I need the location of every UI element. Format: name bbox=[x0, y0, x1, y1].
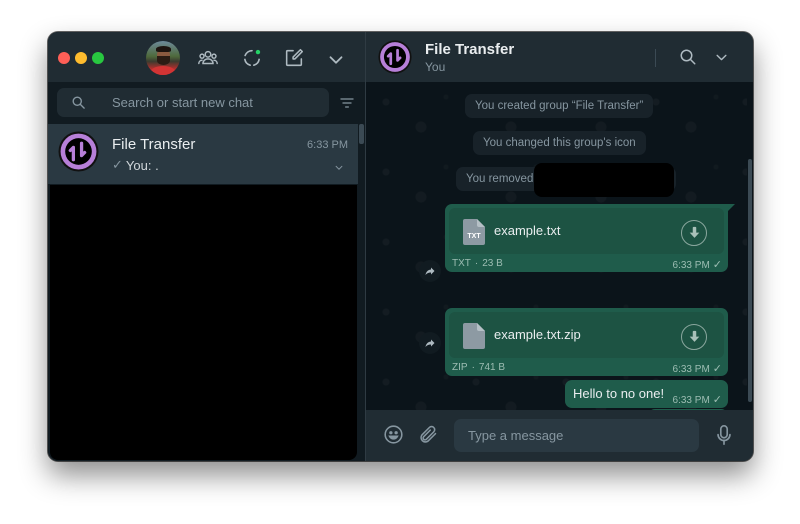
chat-time: 6:33 PM bbox=[307, 139, 348, 151]
search-input[interactable] bbox=[112, 88, 322, 117]
forward-icon bbox=[425, 339, 435, 347]
chat-name: File Transfer bbox=[112, 136, 196, 153]
message-list: You created group “File Transfer” You ch… bbox=[366, 82, 753, 410]
message-list-scroll-thumb[interactable] bbox=[748, 159, 752, 402]
chat-preview: ✓ You: . bbox=[112, 157, 159, 173]
chat-list-scroll-thumb[interactable] bbox=[359, 124, 364, 144]
file-message[interactable]: example.txt.zip ZIP · 741 B 6:33 PM ✓ bbox=[445, 308, 728, 376]
message-time: 6:33 PM ✓ bbox=[672, 259, 722, 271]
file-name: example.txt.zip bbox=[494, 327, 581, 342]
file-attachment[interactable]: TXT example.txt bbox=[449, 208, 724, 254]
message-text: Hello to no one! bbox=[573, 386, 665, 401]
new-chat-icon[interactable] bbox=[283, 47, 305, 69]
search-row bbox=[48, 82, 365, 124]
text-message[interactable]: Hello to no one! 6:33 PM ✓ bbox=[565, 380, 728, 408]
message-time: 6:33 PM ✓ bbox=[672, 394, 722, 406]
forward-icon bbox=[425, 267, 435, 275]
group-avatar bbox=[58, 131, 99, 172]
chat-list-pane: File Transfer 6:33 PM ✓ You: . bbox=[48, 32, 365, 461]
message-time: 6:33 PM ✓ bbox=[672, 363, 722, 375]
file-name: example.txt bbox=[494, 223, 561, 238]
filter-icon[interactable] bbox=[339, 95, 355, 111]
sidebar-header bbox=[48, 32, 365, 82]
file-meta: TXT · 23 B bbox=[452, 258, 503, 269]
status-icon[interactable] bbox=[241, 47, 263, 69]
chat-list-item[interactable]: File Transfer 6:33 PM ✓ You: . bbox=[48, 124, 358, 184]
chat-preview-text: You: . bbox=[125, 157, 159, 173]
conversation-avatar[interactable] bbox=[378, 40, 412, 74]
conversation-pane: File Transfer You You created group “Fil… bbox=[366, 32, 753, 461]
file-attachment[interactable]: example.txt.zip bbox=[449, 312, 724, 358]
communities-icon[interactable] bbox=[197, 47, 219, 69]
zip-file-icon bbox=[463, 323, 485, 349]
download-icon bbox=[689, 330, 700, 342]
emoji-icon[interactable] bbox=[383, 424, 404, 445]
redacted-region bbox=[534, 163, 674, 197]
chevron-down-icon[interactable] bbox=[715, 51, 728, 64]
window-zoom-button[interactable] bbox=[92, 52, 104, 64]
sent-check-icon: ✓ bbox=[712, 394, 722, 406]
microphone-icon[interactable] bbox=[715, 424, 733, 446]
chat-list-scrollbar[interactable] bbox=[358, 124, 365, 461]
window-close-button[interactable] bbox=[58, 52, 70, 64]
paperclip-icon[interactable] bbox=[418, 424, 439, 445]
svg-text:TXT: TXT bbox=[467, 233, 481, 240]
forward-button[interactable] bbox=[419, 332, 441, 354]
message-input[interactable] bbox=[454, 419, 699, 452]
message-composer bbox=[366, 410, 753, 461]
system-message: You changed this group's icon bbox=[473, 131, 646, 155]
file-message[interactable]: TXT example.txt TXT · 23 B 6:33 PM ✓ bbox=[445, 204, 735, 272]
file-meta: ZIP · 741 B bbox=[452, 362, 506, 373]
conversation-header[interactable]: File Transfer You bbox=[366, 32, 753, 82]
txt-file-icon: TXT bbox=[463, 219, 485, 245]
download-button[interactable] bbox=[681, 324, 707, 350]
sent-check-icon: ✓ bbox=[712, 259, 722, 271]
window-minimize-button[interactable] bbox=[75, 52, 87, 64]
forward-button[interactable] bbox=[419, 260, 441, 282]
download-icon bbox=[689, 226, 700, 238]
profile-avatar[interactable] bbox=[146, 41, 180, 75]
sent-check-icon: ✓ bbox=[712, 363, 722, 375]
system-message: You created group “File Transfer” bbox=[465, 94, 654, 118]
conversation-subtitle: You bbox=[425, 60, 446, 74]
search-icon bbox=[71, 95, 86, 110]
download-button[interactable] bbox=[681, 220, 707, 246]
chevron-down-icon[interactable] bbox=[325, 49, 343, 67]
conversation-title: File Transfer bbox=[425, 41, 515, 58]
search-icon[interactable] bbox=[679, 48, 697, 66]
sent-check-icon: ✓ bbox=[112, 157, 123, 172]
redacted-region bbox=[50, 185, 357, 460]
chat-options-chevron-icon[interactable] bbox=[333, 160, 345, 170]
search-box[interactable] bbox=[57, 88, 329, 117]
app-window: File Transfer 6:33 PM ✓ You: . File bbox=[48, 32, 753, 461]
header-divider bbox=[655, 49, 656, 67]
